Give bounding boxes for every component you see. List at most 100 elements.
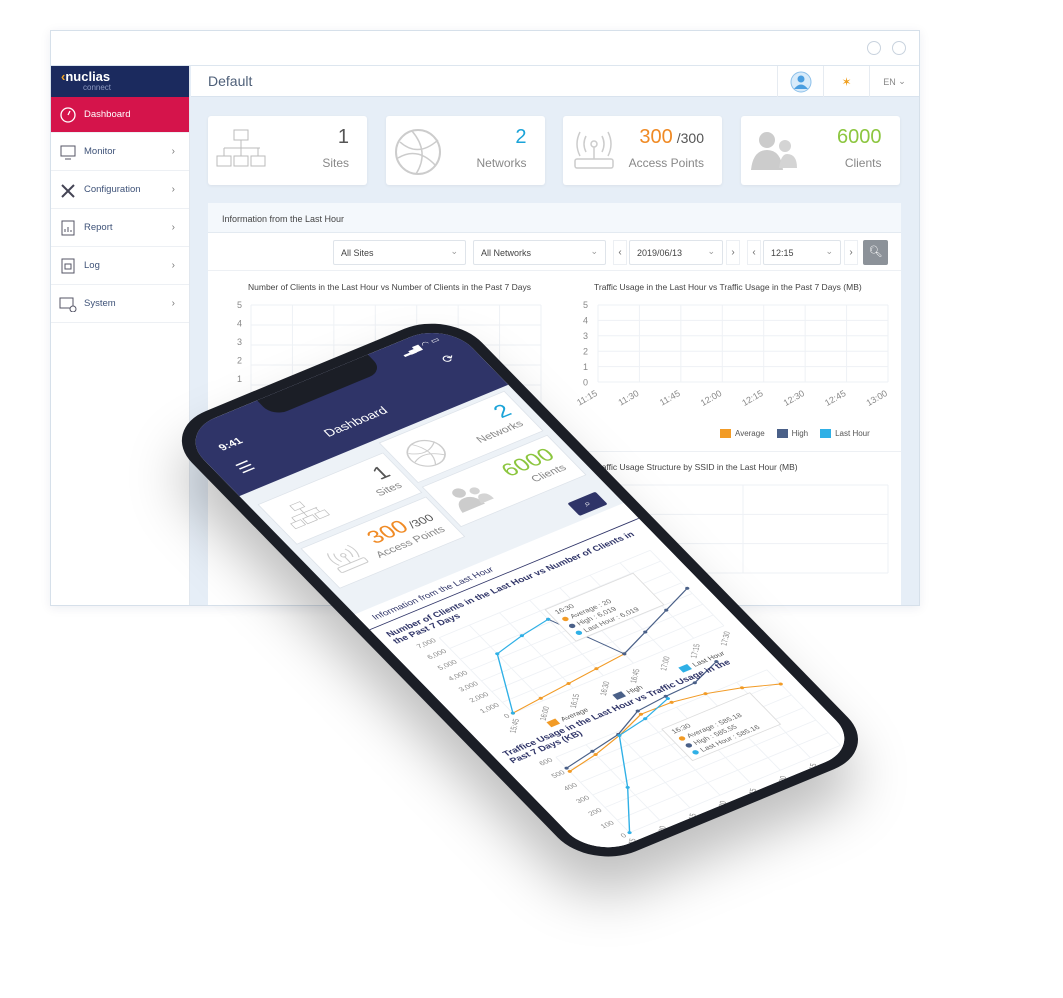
legend-swatch (678, 663, 692, 673)
x-tick-label: 16:30 (714, 800, 728, 816)
language-select[interactable]: EN ⌄ (869, 66, 919, 97)
search-icon: ⌕ (581, 498, 594, 509)
stat-card-networks[interactable]: 2 Networks (385, 116, 545, 185)
legend-item[interactable]: Average (720, 429, 765, 439)
stat-card-access-points[interactable]: 300/300 Access Points (563, 116, 722, 185)
stat-value: 6000 (837, 126, 882, 148)
legend-swatch (612, 691, 627, 700)
sidebar-item-system[interactable]: System › (51, 285, 189, 323)
sidebar-item-monitor[interactable]: Monitor › (51, 133, 189, 171)
sidebar-item-dashboard[interactable]: Dashboard (51, 97, 189, 133)
y-tick-label: 5 (237, 300, 242, 310)
sidebar: ‹nuclias connect Dashboard Monitor › Configu… (51, 66, 190, 605)
x-tick-label: 17:30 (718, 631, 732, 647)
legend-item[interactable]: High (776, 429, 808, 439)
chevron-right-icon: › (171, 184, 175, 195)
data-point[interactable] (625, 785, 631, 789)
sidebar-item-log[interactable]: Log › (51, 247, 189, 285)
users-icon (749, 128, 801, 181)
y-tick-label: 500 (549, 769, 567, 780)
x-tick-label: 12:30 (782, 388, 807, 408)
sidebar-item-label: System (84, 298, 116, 309)
stat-value: 2 (515, 126, 527, 148)
x-tick-label: 17:00 (658, 656, 672, 672)
sidebar-item-label: Log (84, 260, 100, 271)
signal-wifi-battery-icon: ▂▄▆ ◠ ▭ (398, 335, 442, 357)
x-tick-label: 15:45 (507, 718, 521, 734)
users-icon (440, 477, 503, 519)
y-tick-label: 600 (537, 756, 555, 767)
y-tick-label: 6,000 (425, 647, 449, 660)
log-icon (59, 258, 77, 274)
y-tick-label: 400 (561, 781, 579, 792)
stat-value: 300/300 (639, 126, 704, 148)
stat-label: Sites (322, 156, 349, 170)
chevron-right-icon: › (171, 260, 175, 271)
y-tick-label: 0 (583, 378, 588, 388)
stat-label: Sites (372, 479, 405, 499)
x-tick-label: 13:00 (864, 388, 889, 408)
window-minimize-button[interactable] (867, 41, 881, 55)
sidebar-item-label: Configuration (84, 184, 141, 195)
ssid-chart-title: Traffic Usage Structure by SSID in the L… (594, 462, 798, 472)
sidebar-item-label: Monitor (84, 146, 116, 157)
y-tick-label: 300 (574, 794, 592, 805)
x-tick-label: 16:45 (628, 668, 642, 684)
logo[interactable]: ‹nuclias connect (51, 66, 189, 97)
access-point-icon (571, 128, 623, 181)
y-tick-label: 1 (237, 374, 242, 384)
system-icon (59, 296, 77, 312)
gauge-icon (59, 106, 77, 123)
user-avatar-icon (790, 71, 811, 92)
y-tick-label: 1,000 (478, 701, 502, 714)
page-title: Default (208, 73, 253, 89)
y-tick-label: 4 (583, 316, 588, 326)
stat-label: Access Points (628, 156, 704, 170)
refresh-icon[interactable]: ⟳ (438, 351, 459, 366)
data-point[interactable] (739, 686, 745, 690)
legend-swatch (546, 718, 561, 728)
traffic-chart-legend: Average High Last Hour (720, 429, 870, 439)
stat-card-clients[interactable]: 6000 Clients (740, 116, 900, 185)
stat-value: 1 (337, 126, 349, 148)
globe-icon (394, 128, 446, 181)
x-tick-label: 17:00 (775, 775, 789, 791)
x-tick-label: 16:00 (537, 706, 551, 722)
sidebar-item-label: Dashboard (84, 109, 131, 120)
y-tick-label: 5 (583, 300, 588, 310)
window-close-button[interactable] (892, 41, 906, 55)
x-tick-label: 16:15 (568, 693, 582, 709)
x-tick-label: 17:30 (835, 750, 849, 766)
tools-icon (59, 182, 77, 198)
sidebar-item-report[interactable]: Report › (51, 209, 189, 247)
y-tick-label: 3 (237, 337, 242, 347)
sidebar-item-configuration[interactable]: Configuration › (51, 171, 189, 209)
user-avatar-button[interactable] (777, 66, 823, 97)
y-tick-label: 100 (598, 819, 616, 830)
chevron-right-icon: › (171, 146, 175, 157)
stat-label: Networks (476, 156, 527, 170)
wizard-button[interactable]: ✶ (823, 66, 869, 97)
y-tick-label: 7,000 (414, 637, 438, 650)
report-icon (59, 220, 77, 236)
chevron-right-icon: › (171, 298, 175, 309)
x-tick-label: 11:15 (575, 388, 599, 408)
window-titlebar (51, 31, 919, 66)
x-tick-label: 16:15 (684, 813, 698, 829)
data-point[interactable] (703, 692, 709, 696)
chevron-right-icon: › (171, 222, 175, 233)
y-tick-label: 200 (586, 806, 604, 817)
x-tick-label: 12:00 (699, 388, 724, 408)
y-tick-label: 3 (583, 331, 588, 341)
legend-item[interactable]: Last Hour (820, 429, 870, 439)
globe-icon (398, 433, 461, 475)
x-tick-label: 17:15 (805, 763, 819, 779)
x-tick-label: 16:30 (598, 681, 612, 697)
sidebar-item-label: Report (84, 222, 113, 233)
stat-card-sites[interactable]: 1 Sites (208, 116, 367, 185)
x-tick-label: 12:15 (740, 388, 765, 408)
stat-label: Clients (844, 156, 882, 170)
top-bar: Default ✶ EN ⌄ (191, 66, 919, 97)
data-point[interactable] (627, 831, 633, 835)
phone-status-time: 9:41 (215, 435, 246, 453)
